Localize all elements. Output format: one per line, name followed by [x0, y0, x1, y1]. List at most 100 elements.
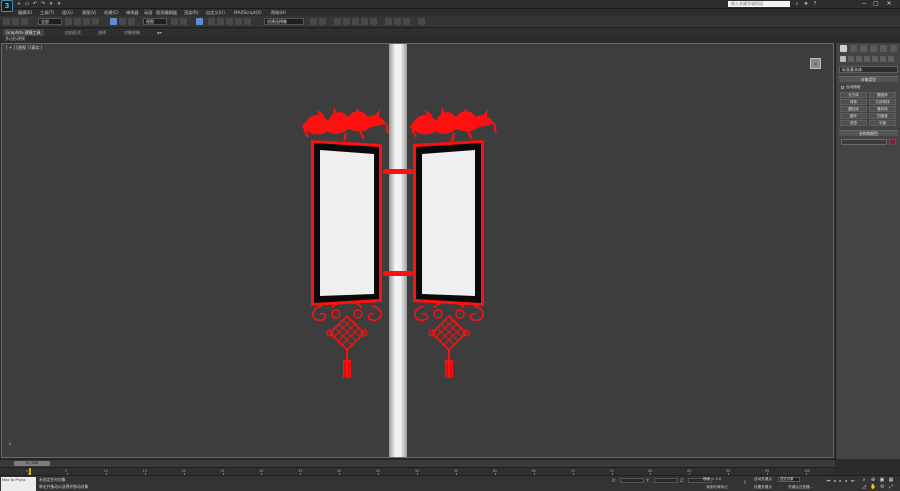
- close-button[interactable]: ✕: [884, 0, 894, 8]
- utilities-tab-icon[interactable]: [890, 45, 897, 52]
- selection-filter-dropdown[interactable]: 全部: [38, 18, 62, 25]
- previous-frame-icon[interactable]: ◂: [832, 478, 837, 483]
- percent-snap-icon[interactable]: [226, 18, 233, 25]
- undo-icon[interactable]: ↶: [32, 1, 38, 7]
- modify-tab-icon[interactable]: [850, 45, 857, 52]
- layer-explorer-icon[interactable]: [334, 18, 341, 25]
- select-manipulate-icon[interactable]: [180, 18, 187, 25]
- app-menu-button[interactable]: 3: [1, 0, 13, 12]
- orbit-icon[interactable]: ⟲: [879, 484, 885, 490]
- tab-graphite-modeling[interactable]: Graphite 建模工具: [3, 29, 44, 36]
- pole-bracket-top[interactable]: [383, 169, 413, 174]
- open-file-icon[interactable]: ▭: [24, 1, 30, 7]
- lights-icon[interactable]: [856, 56, 862, 62]
- zoom-all-icon[interactable]: ⊕: [870, 477, 876, 483]
- redo-icon[interactable]: ↷: [40, 1, 46, 7]
- keyboard-shortcut-override-icon[interactable]: [196, 18, 203, 25]
- motion-tab-icon[interactable]: [870, 45, 877, 52]
- hierarchy-tab-icon[interactable]: [860, 45, 867, 52]
- teapot-button[interactable]: 茶壶: [840, 120, 867, 126]
- plane-button[interactable]: 平面: [869, 120, 896, 126]
- zoom-extents-all-icon[interactable]: ▦: [888, 477, 894, 483]
- mirror-icon[interactable]: [310, 18, 317, 25]
- cameras-icon[interactable]: [864, 56, 870, 62]
- torus-button[interactable]: 圆环: [840, 113, 867, 119]
- menu-edit[interactable]: 编辑(E): [18, 9, 32, 16]
- tube-button[interactable]: 管状体: [869, 106, 896, 112]
- bind-space-warp-icon[interactable]: [21, 18, 28, 25]
- named-selection-set-dropdown[interactable]: 创建选择集: [264, 18, 304, 25]
- create-tab-icon[interactable]: [840, 45, 847, 52]
- toggle-ribbon-icon[interactable]: [343, 18, 350, 25]
- zoom-extents-icon[interactable]: ▣: [879, 477, 885, 483]
- minimize-button[interactable]: −: [859, 0, 869, 8]
- edit-named-selection-icon[interactable]: [244, 18, 251, 25]
- go-to-start-icon[interactable]: ⏮: [826, 478, 831, 483]
- zoom-icon[interactable]: ⌕: [861, 477, 867, 483]
- render-iterative-icon[interactable]: [418, 18, 425, 25]
- right-banner[interactable]: [409, 106, 497, 379]
- ribbon-options-icon[interactable]: ▪▾: [157, 29, 162, 36]
- maxscript-output-mini[interactable]: [1, 484, 36, 491]
- time-slider-handle[interactable]: 0 / 100: [14, 461, 50, 466]
- sphere-button[interactable]: 球体: [840, 99, 867, 105]
- render-setup-icon[interactable]: [385, 18, 392, 25]
- menu-modifiers[interactable]: 修改器: [126, 9, 139, 16]
- key-mode-icon[interactable]: ⌇: [742, 480, 748, 486]
- align-icon[interactable]: [319, 18, 326, 25]
- x-coordinate-field[interactable]: [620, 478, 644, 483]
- maxscript-listener-mini[interactable]: Max to Physc: [1, 477, 36, 484]
- menu-tools[interactable]: 工具(T): [40, 9, 54, 16]
- go-to-end-icon[interactable]: ⏭: [850, 478, 855, 483]
- select-and-rotate-icon[interactable]: [119, 18, 126, 25]
- menu-rendering[interactable]: 渲染(R): [184, 9, 199, 16]
- menu-views[interactable]: 视图(V): [82, 9, 97, 16]
- menu-group[interactable]: 组(G): [62, 9, 73, 16]
- material-editor-icon[interactable]: [370, 18, 377, 25]
- pivot-center-icon[interactable]: [171, 18, 178, 25]
- select-and-scale-icon[interactable]: [128, 18, 135, 25]
- cone-button[interactable]: 圆锥体: [869, 92, 896, 98]
- tab-selection[interactable]: 选择: [98, 29, 106, 36]
- auto-key-label[interactable]: 自动关键点: [754, 477, 772, 482]
- track-bar[interactable]: 0 5 10 15 20 25 30 35 40 45 50 55 60 65 70 75 80 85 90 95 10…: [0, 467, 835, 476]
- menu-create[interactable]: 创建(C): [104, 9, 119, 16]
- unlink-icon[interactable]: [12, 18, 19, 25]
- helpers-icon[interactable]: [872, 56, 878, 62]
- tab-freeform[interactable]: 自由形式: [65, 29, 81, 36]
- help-icon[interactable]: ?: [812, 1, 818, 7]
- rendered-frame-window-icon[interactable]: [394, 18, 401, 25]
- shapes-icon[interactable]: [848, 56, 854, 62]
- render-production-icon[interactable]: [403, 18, 410, 25]
- object-type-rollout[interactable]: 对象类型: [839, 76, 898, 82]
- link-icon[interactable]: [3, 18, 10, 25]
- name-and-color-rollout[interactable]: 名称和颜色: [839, 130, 898, 136]
- curve-editor-icon[interactable]: [352, 18, 359, 25]
- maximize-viewport-icon[interactable]: ⤢: [888, 484, 894, 490]
- next-frame-icon[interactable]: ▸: [844, 478, 849, 483]
- field-of-view-icon[interactable]: ◿: [861, 484, 867, 490]
- autogrid-checkbox[interactable]: 自动栅格: [841, 84, 896, 90]
- left-banner[interactable]: [301, 106, 389, 379]
- object-name-field[interactable]: [841, 139, 887, 145]
- display-tab-icon[interactable]: [880, 45, 887, 52]
- box-button[interactable]: 长方体: [840, 92, 867, 98]
- ribbon-polygon-modeling-label[interactable]: 多边形建模: [0, 36, 900, 42]
- play-icon[interactable]: ▸: [838, 478, 843, 483]
- menu-help[interactable]: 帮助(H): [271, 9, 286, 16]
- search-icon[interactable]: ⌕: [794, 1, 800, 7]
- select-and-move-icon[interactable]: [110, 18, 117, 25]
- select-object-icon[interactable]: [65, 18, 72, 25]
- add-time-tag-label[interactable]: 添加时间标记: [706, 485, 728, 490]
- selection-filter-anim-dropdown[interactable]: 选定对象: [778, 477, 800, 482]
- key-filters-button[interactable]: 关键点过滤器...: [788, 485, 813, 490]
- quick-access-dropdown-icon[interactable]: ▾: [48, 1, 54, 7]
- maximize-button[interactable]: ▢: [871, 0, 881, 8]
- menu-customize[interactable]: 自定义(U): [206, 9, 225, 16]
- geosphere-button[interactable]: 几何球体: [869, 99, 896, 105]
- pole-bracket-bottom[interactable]: [383, 271, 413, 276]
- geometry-category-dropdown[interactable]: 标准基本体: [839, 66, 898, 73]
- menu-animation[interactable]: 动画: [144, 9, 152, 16]
- spinner-snap-icon[interactable]: [235, 18, 242, 25]
- set-key-label[interactable]: 设置关键点: [754, 485, 772, 490]
